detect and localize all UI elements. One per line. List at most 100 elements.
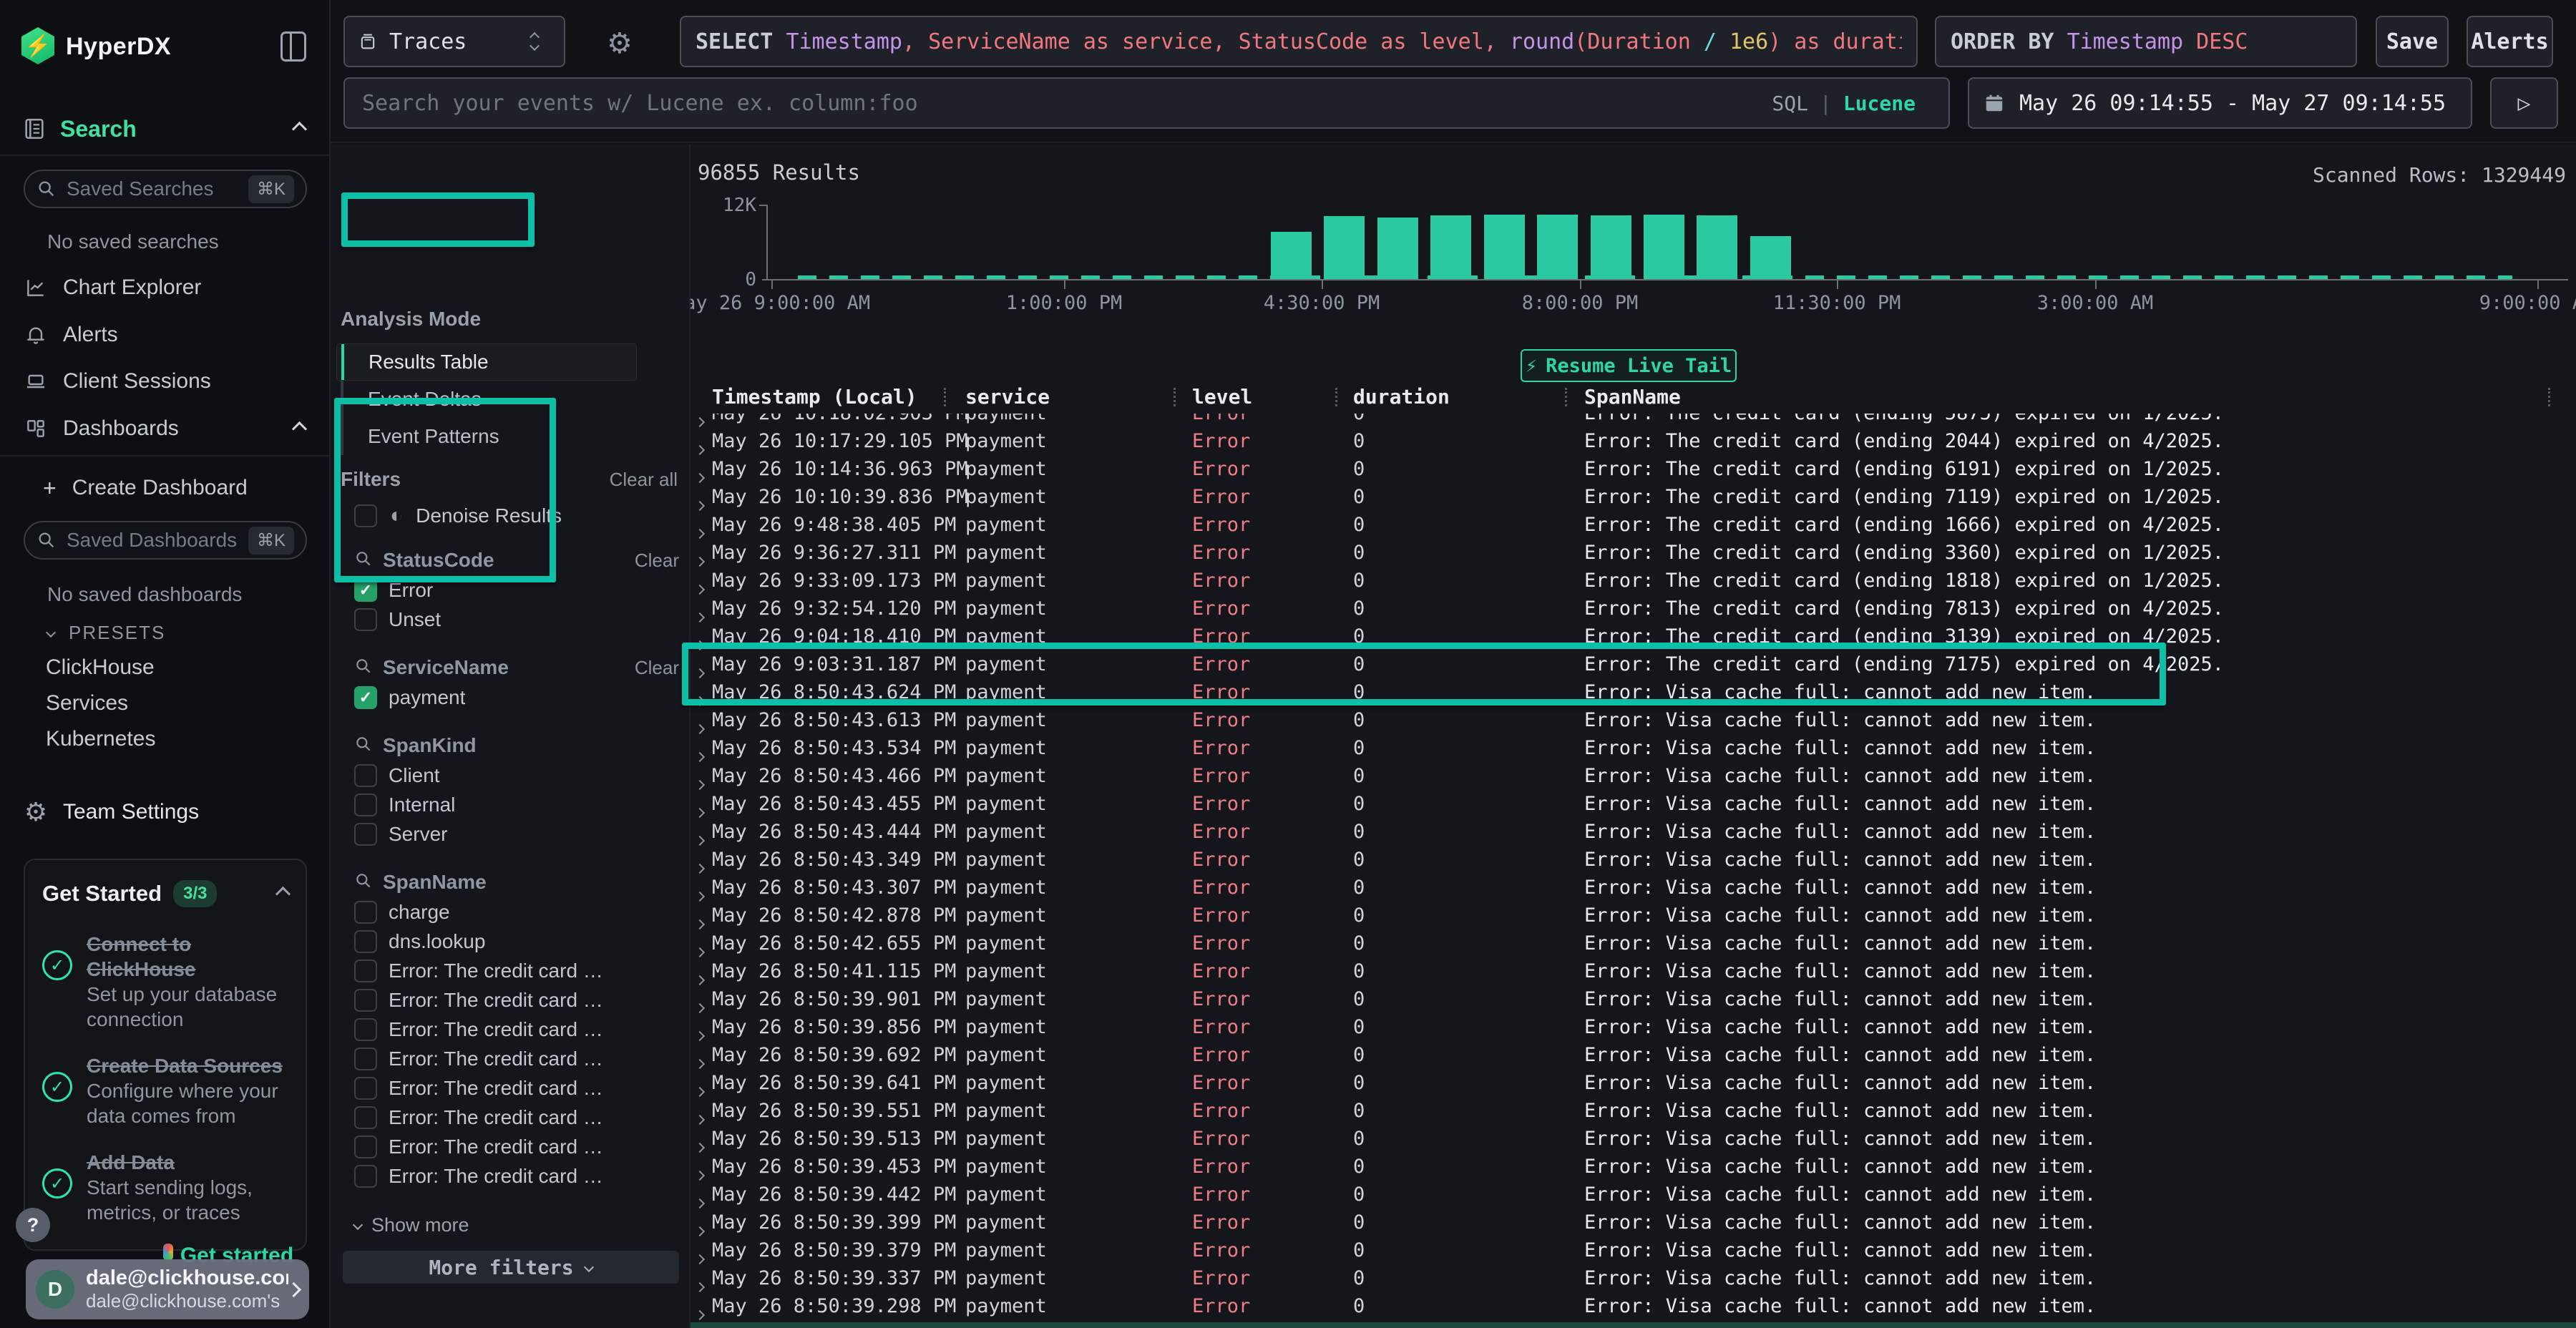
table-row[interactable]: May 26 8:50:43.613 PMpaymentError0Error:… bbox=[691, 706, 2576, 734]
table-row[interactable]: May 26 8:50:42.878 PMpaymentError0Error:… bbox=[691, 902, 2576, 929]
column-header[interactable]: SpanName bbox=[1584, 381, 1681, 414]
filter-checkbox-item[interactable]: Error: The credit card … bbox=[331, 985, 691, 1015]
filter-checkbox-item[interactable]: Error: The credit card … bbox=[331, 1044, 691, 1073]
checkbox-checked[interactable] bbox=[354, 686, 377, 709]
lucene-mode-toggle[interactable]: Lucene bbox=[1843, 92, 1916, 115]
checkbox-unchecked[interactable] bbox=[354, 1048, 377, 1070]
filter-checkbox-item[interactable]: Error: The credit card … bbox=[331, 956, 691, 985]
column-header[interactable]: duration bbox=[1353, 381, 1450, 414]
run-query-button[interactable]: ▷ bbox=[2490, 77, 2558, 129]
sidebar-item-dashboards[interactable]: Dashboards bbox=[0, 407, 331, 450]
chevron-up-icon[interactable] bbox=[292, 421, 307, 436]
checkbox-unchecked[interactable] bbox=[354, 960, 377, 982]
filter-clear-link[interactable]: Clear bbox=[635, 657, 679, 679]
filter-checkbox-item[interactable]: Internal bbox=[331, 790, 691, 819]
sidebar-collapse-icon[interactable] bbox=[280, 31, 306, 62]
date-range-picker[interactable]: May 26 09:14:55 - May 27 09:14:55 bbox=[1968, 77, 2472, 129]
filter-checkbox-item[interactable]: Error: The credit card … bbox=[331, 1132, 691, 1161]
table-row[interactable]: May 26 8:50:43.455 PMpaymentError0Error:… bbox=[691, 790, 2576, 818]
checkbox-unchecked[interactable] bbox=[354, 1165, 377, 1188]
checkbox-unchecked[interactable] bbox=[354, 764, 377, 787]
saved-dashboards-input[interactable]: Saved Dashboards ⌘K bbox=[24, 521, 307, 560]
filter-checkbox-item[interactable]: Client bbox=[331, 761, 691, 790]
save-button[interactable]: Save bbox=[2376, 16, 2449, 67]
checkbox-unchecked[interactable] bbox=[354, 1077, 377, 1100]
checkbox-unchecked[interactable] bbox=[354, 608, 377, 631]
table-row[interactable]: May 26 8:50:39.513 PMpaymentError0Error:… bbox=[691, 1125, 2576, 1153]
table-row[interactable]: May 26 8:50:39.551 PMpaymentError0Error:… bbox=[691, 1097, 2576, 1125]
histogram-bar[interactable] bbox=[1324, 216, 1365, 279]
saved-searches-input[interactable]: Saved Searches ⌘K bbox=[24, 170, 307, 208]
histogram-bar[interactable] bbox=[1537, 215, 1578, 279]
checkbox-unchecked[interactable] bbox=[354, 930, 377, 953]
checkbox-unchecked[interactable] bbox=[354, 989, 377, 1012]
checkbox-unchecked[interactable] bbox=[354, 1106, 377, 1129]
row-expand-chevron-icon[interactable] bbox=[696, 1302, 703, 1324]
histogram-bar[interactable] bbox=[1271, 232, 1312, 279]
query-settings-gear-icon[interactable]: ⚙ bbox=[607, 27, 633, 60]
filter-checkbox-item[interactable]: payment bbox=[331, 683, 691, 712]
checkbox-unchecked[interactable] bbox=[354, 901, 377, 924]
sidebar-item-chart-explorer[interactable]: Chart Explorer bbox=[0, 266, 331, 309]
histogram-bar[interactable] bbox=[1591, 215, 1631, 279]
alerts-button[interactable]: Alerts bbox=[2467, 16, 2553, 67]
filter-checkbox-item[interactable]: Error: The credit card … bbox=[331, 1073, 691, 1103]
table-row[interactable]: May 26 8:50:43.349 PMpaymentError0Error:… bbox=[691, 846, 2576, 874]
table-row[interactable]: May 26 9:48:38.405 PMpaymentError0Error:… bbox=[691, 511, 2576, 539]
filter-checkbox-item[interactable]: dns.lookup bbox=[331, 927, 691, 956]
sidebar-preset-item[interactable]: Kubernetes bbox=[46, 721, 318, 757]
filter-checkbox-item[interactable]: Error: The credit card … bbox=[331, 1015, 691, 1044]
table-row[interactable]: May 26 8:50:39.692 PMpaymentError0Error:… bbox=[691, 1041, 2576, 1069]
table-row[interactable]: May 26 10:14:36.963 PMpaymentError0Error… bbox=[691, 455, 2576, 483]
table-row[interactable]: May 26 8:50:39.399 PMpaymentError0Error:… bbox=[691, 1209, 2576, 1236]
sidebar-preset-item[interactable]: Services bbox=[46, 685, 318, 721]
filter-checkbox-item[interactable]: charge bbox=[331, 897, 691, 927]
sidebar-item-client-sessions[interactable]: Client Sessions bbox=[0, 360, 331, 403]
checkbox-unchecked[interactable] bbox=[354, 794, 377, 816]
resume-live-tail-button[interactable]: ⚡ Resume Live Tail bbox=[1521, 349, 1737, 382]
checkbox-unchecked[interactable] bbox=[354, 823, 377, 846]
checkbox-unchecked[interactable] bbox=[354, 1136, 377, 1158]
table-row[interactable]: May 26 8:50:43.444 PMpaymentError0Error:… bbox=[691, 818, 2576, 846]
user-account-chip[interactable]: D dale@clickhouse.com dale@clickhouse.co… bbox=[26, 1259, 309, 1319]
filter-checkbox-item[interactable]: Error: The credit card … bbox=[331, 1103, 691, 1132]
histogram-bar[interactable] bbox=[1697, 215, 1737, 279]
table-row[interactable]: May 26 9:33:09.173 PMpaymentError0Error:… bbox=[691, 567, 2576, 595]
table-row[interactable]: May 26 8:50:43.307 PMpaymentError0Error:… bbox=[691, 874, 2576, 902]
order-by-input[interactable]: ORDER BY Timestamp DESC bbox=[1935, 16, 2357, 67]
help-button[interactable]: ? bbox=[16, 1208, 50, 1242]
get-started-item[interactable]: ✓Create Data SourcesConfigure where your… bbox=[42, 1053, 288, 1128]
histogram-bar[interactable] bbox=[1377, 218, 1418, 279]
table-row[interactable]: May 26 8:50:42.655 PMpaymentError0Error:… bbox=[691, 929, 2576, 957]
table-row[interactable]: May 26 8:50:39.442 PMpaymentError0Error:… bbox=[691, 1181, 2576, 1209]
results-histogram[interactable]: 12K 0 May 26 9:00:00 AM1:00:00 PM4:30:00… bbox=[691, 145, 2576, 316]
table-row[interactable]: May 26 8:50:41.115 PMpaymentError0Error:… bbox=[691, 957, 2576, 985]
sidebar-item-alerts[interactable]: Alerts bbox=[0, 313, 331, 356]
filter-checkbox-item[interactable]: Unset bbox=[331, 605, 691, 634]
table-row[interactable]: May 26 10:10:39.836 PMpaymentError0Error… bbox=[691, 483, 2576, 511]
table-row[interactable]: May 26 8:50:39.901 PMpaymentError0Error:… bbox=[691, 985, 2576, 1013]
table-row[interactable]: May 26 8:50:39.641 PMpaymentError0Error:… bbox=[691, 1069, 2576, 1097]
histogram-bar[interactable] bbox=[1644, 215, 1684, 279]
column-header[interactable]: level bbox=[1192, 381, 1252, 414]
clear-all-link[interactable]: Clear all bbox=[610, 469, 678, 491]
presets-toggle[interactable]: PRESETS bbox=[0, 617, 331, 648]
column-header[interactable]: Timestamp (Local) bbox=[712, 381, 917, 414]
table-row[interactable]: May 26 8:50:39.298 PMpaymentError0Error:… bbox=[691, 1292, 2576, 1320]
analysis-mode-option[interactable]: Results Table bbox=[336, 343, 637, 381]
sidebar-item-search[interactable]: Search bbox=[0, 107, 331, 150]
chevron-up-icon[interactable] bbox=[275, 886, 291, 901]
source-select[interactable]: Traces bbox=[343, 16, 565, 67]
create-dashboard-button[interactable]: + Create Dashboard bbox=[0, 469, 331, 507]
table-row[interactable]: May 26 8:50:39.856 PMpaymentError0Error:… bbox=[691, 1013, 2576, 1041]
filter-clear-link[interactable]: Clear bbox=[635, 550, 679, 572]
table-row[interactable]: May 26 8:50:39.379 PMpaymentError0Error:… bbox=[691, 1236, 2576, 1264]
column-header[interactable]: service bbox=[965, 381, 1050, 414]
get-started-item[interactable]: ✓Connect to ClickHouseSet up your databa… bbox=[42, 932, 288, 1032]
checkbox-unchecked[interactable] bbox=[354, 1018, 377, 1041]
table-row[interactable]: May 26 8:50:39.337 PMpaymentError0Error:… bbox=[691, 1264, 2576, 1292]
show-more-link[interactable]: Show more bbox=[354, 1209, 691, 1241]
filter-checkbox-item[interactable]: Server bbox=[331, 819, 691, 849]
table-row[interactable]: May 26 8:50:43.534 PMpaymentError0Error:… bbox=[691, 734, 2576, 762]
sidebar-item-team-settings[interactable]: ⚙ Team Settings bbox=[0, 791, 331, 834]
